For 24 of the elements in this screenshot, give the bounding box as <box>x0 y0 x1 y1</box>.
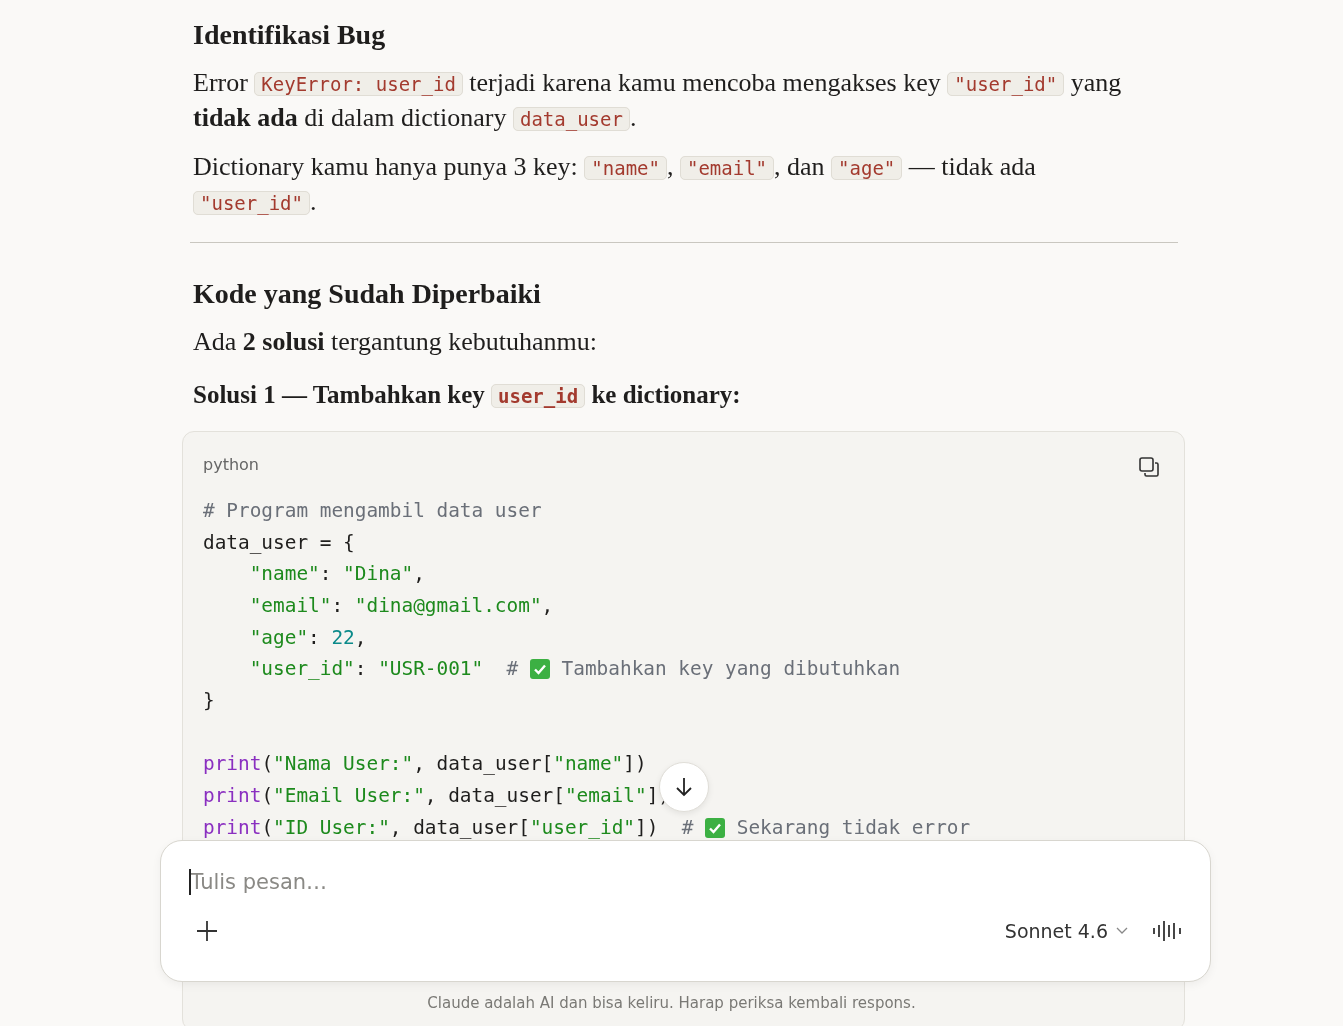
code-line: "age": 22, <box>248 624 367 651</box>
code-line: "email": "dina@gmail.com", <box>248 592 554 619</box>
code-line: } <box>203 687 215 714</box>
arrow-down-icon <box>674 776 694 798</box>
model-selector[interactable]: Sonnet 4.6 <box>1004 920 1128 942</box>
paragraph: Dictionary kamu hanya punya 3 key: "name" , "email" , dan "age" — tidak ada "user_id" . <box>193 151 1037 218</box>
voice-icon[interactable] <box>1152 920 1182 942</box>
plus-icon[interactable] <box>195 919 219 943</box>
section-heading: Identifikasi Bug <box>193 18 387 52</box>
code-line: "user_id": "USR-001" # Tambahkan key yang dibutuhkan <box>248 656 901 683</box>
code-line: "name": "Dina", <box>248 561 425 588</box>
code-line: # Program mengambil data user <box>203 497 542 524</box>
paragraph: Error KeyError: user_id terjadi karena kamu mencoba mengakses key "user_id" yang tidak ada di dalam dictionary data_user . <box>193 67 1123 134</box>
message-input[interactable]: Tulis pesan… <box>190 870 1182 894</box>
paragraph: Ada 2 solusi tergantung kebutuhanmu: <box>193 326 598 358</box>
chevron-icon <box>1116 927 1128 935</box>
copy-icon[interactable] <box>1138 456 1160 478</box>
language-label: python <box>203 454 259 474</box>
disclaimer: Claude adalah AI dan bisa keliru. Harap periksa kembali respons. <box>426 994 917 1012</box>
code-line: print("ID User:", data_user["user_id"]) # Sekarang tidak error <box>203 814 971 841</box>
code-line: data_user = { <box>203 529 355 556</box>
code-line: print("Nama User:", data_user["name"]) <box>203 751 647 778</box>
section-heading: Kode yang Sudah Diperbaiki <box>193 277 542 311</box>
solution-heading: Solusi 1 — Tambahkan key user_id ke dictionary: <box>193 380 742 410</box>
